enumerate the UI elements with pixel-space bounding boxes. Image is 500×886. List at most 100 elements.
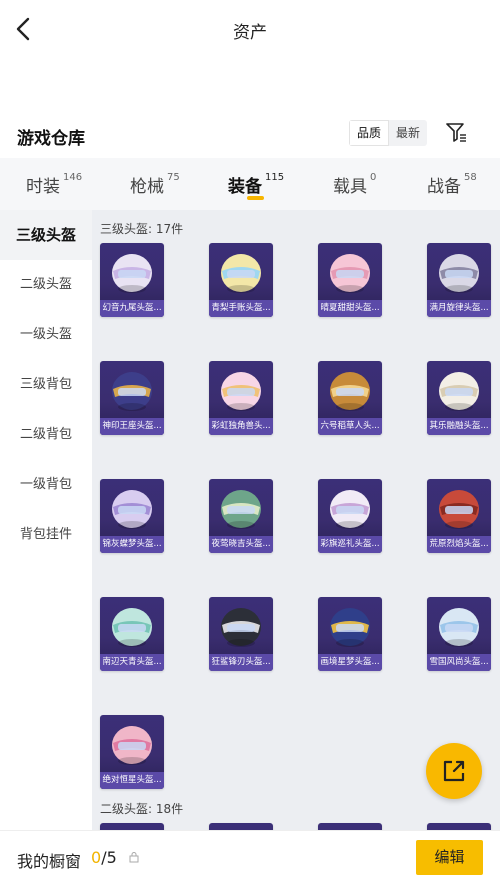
helmet-icon bbox=[112, 490, 152, 529]
sidebar-item-level3-helmet[interactable]: 三级头盔 bbox=[0, 210, 92, 260]
helmet-icon bbox=[112, 254, 152, 293]
item-card[interactable]: 绝对恒星头盔... bbox=[100, 715, 164, 789]
item-name: 幻音九尾头盔... bbox=[100, 300, 164, 317]
tab-vehicles[interactable]: 载具 0 bbox=[333, 172, 376, 197]
item-card[interactable]: 彩虹独角兽头... bbox=[209, 361, 273, 435]
item-name: 晴夏甜甜头盔... bbox=[318, 300, 382, 317]
showcase-count: 0/5 bbox=[91, 848, 117, 867]
item-name: 雪国风尚头盔... bbox=[427, 654, 491, 671]
item-name: 画境星梦头盔... bbox=[318, 654, 382, 671]
tab-count: 0 bbox=[370, 172, 377, 183]
item-name: 锦灰蝶梦头盔... bbox=[100, 536, 164, 553]
tab-supplies[interactable]: 战备 58 bbox=[427, 172, 477, 197]
showcase-count-current: 0 bbox=[91, 848, 102, 867]
item-card[interactable] bbox=[318, 823, 382, 830]
tab-count: 58 bbox=[464, 172, 477, 183]
item-name: 六号稻草人头... bbox=[318, 418, 382, 435]
item-card[interactable]: 青梨手账头盔... bbox=[209, 243, 273, 317]
active-tab-indicator bbox=[247, 196, 264, 200]
item-card[interactable]: 幻音九尾头盔... bbox=[100, 243, 164, 317]
showcase-bar: 我的橱窗 0/5 编辑 bbox=[0, 830, 500, 886]
tab-label: 战备 bbox=[427, 177, 461, 197]
sidebar-item-level1-backpack[interactable]: 一级背包 bbox=[0, 460, 92, 510]
sidebar-item-level2-helmet[interactable]: 二级头盔 bbox=[0, 260, 92, 310]
item-name: 彩旗巡礼头盔... bbox=[318, 536, 382, 553]
item-card[interactable]: 彩旗巡礼头盔... bbox=[318, 479, 382, 553]
helmet-icon bbox=[221, 254, 261, 293]
tab-label: 枪械 bbox=[130, 177, 164, 197]
helmet-icon bbox=[330, 254, 370, 293]
item-card[interactable] bbox=[427, 823, 491, 830]
item-grid-area: 三级头盔: 17件 二级头盔: 18件 幻音九尾头盔... 青梨手账头盔... 晴夏… bbox=[92, 210, 500, 830]
item-card[interactable]: 锦灰蝶梦头盔... bbox=[100, 479, 164, 553]
helmet-icon bbox=[330, 490, 370, 529]
helmet-icon bbox=[330, 608, 370, 647]
tab-count: 115 bbox=[265, 172, 285, 183]
tab-weapons[interactable]: 枪械 75 bbox=[130, 172, 180, 197]
helmet-icon bbox=[330, 372, 370, 411]
item-name: 满月旋律头盔... bbox=[427, 300, 491, 317]
item-card[interactable]: 荒原烈焰头盔... bbox=[427, 479, 491, 553]
lock-icon bbox=[129, 852, 139, 863]
item-card[interactable]: 画境星梦头盔... bbox=[318, 597, 382, 671]
tab-label: 时装 bbox=[26, 177, 60, 197]
item-name: 夜莺晓吉头盔... bbox=[209, 536, 273, 553]
share-out-icon bbox=[443, 760, 465, 782]
helmet-icon bbox=[221, 608, 261, 647]
item-name: 荒原烈焰头盔... bbox=[427, 536, 491, 553]
sort-quality-button[interactable]: 品质 bbox=[349, 120, 390, 146]
item-card[interactable]: 晴夏甜甜头盔... bbox=[318, 243, 382, 317]
tab-count: 146 bbox=[63, 172, 83, 183]
helmet-icon bbox=[439, 254, 479, 293]
sidebar-item-level2-backpack[interactable]: 二级背包 bbox=[0, 410, 92, 460]
top-bar: 资产 bbox=[0, 0, 500, 60]
sidebar-item-backpack-pendant[interactable]: 背包挂件 bbox=[0, 510, 92, 560]
helmet-icon bbox=[112, 608, 152, 647]
item-card[interactable] bbox=[100, 823, 164, 830]
page-title: 资产 bbox=[233, 23, 267, 43]
item-card[interactable]: 狂鲨锋刃头盔... bbox=[209, 597, 273, 671]
helmet-icon bbox=[221, 490, 261, 529]
filter-icon[interactable] bbox=[444, 120, 468, 144]
warehouse-header: 游戏仓库 品质 最新 bbox=[0, 112, 500, 158]
helmet-icon bbox=[112, 726, 152, 765]
subcategory-sidebar: 三级头盔 二级头盔 一级头盔 三级背包 二级背包 一级背包 背包挂件 bbox=[0, 210, 92, 830]
item-card[interactable]: 其乐融融头盔... bbox=[427, 361, 491, 435]
category-tabs: 时装 146 枪械 75 装备 115 载具 0 战备 58 bbox=[0, 158, 500, 210]
item-card[interactable]: 雪国风尚头盔... bbox=[427, 597, 491, 671]
showcase-label: 我的橱窗 bbox=[17, 852, 82, 871]
tab-equipment[interactable]: 装备 115 bbox=[228, 172, 284, 197]
sidebar-item-level1-helmet[interactable]: 一级头盔 bbox=[0, 310, 92, 360]
helmet-icon bbox=[439, 372, 479, 411]
item-card[interactable]: 神印王座头盔... bbox=[100, 361, 164, 435]
item-name: 彩虹独角兽头... bbox=[209, 418, 273, 435]
group-label-level2: 二级头盔: 18件 bbox=[100, 802, 184, 816]
showcase-count-total: /5 bbox=[101, 848, 117, 867]
item-name: 绝对恒星头盔... bbox=[100, 772, 164, 789]
sidebar-item-level3-backpack[interactable]: 三级背包 bbox=[0, 360, 92, 410]
share-button[interactable] bbox=[426, 743, 482, 799]
helmet-icon bbox=[439, 490, 479, 529]
sort-newest-button[interactable]: 最新 bbox=[389, 120, 427, 146]
tab-count: 75 bbox=[167, 172, 180, 183]
item-card[interactable]: 满月旋律头盔... bbox=[427, 243, 491, 317]
item-name: 南辺天青头盔... bbox=[100, 654, 164, 671]
edit-button[interactable]: 编辑 bbox=[416, 840, 483, 875]
section-title: 游戏仓库 bbox=[17, 129, 85, 149]
item-card[interactable]: 南辺天青头盔... bbox=[100, 597, 164, 671]
tab-fashion[interactable]: 时装 146 bbox=[26, 172, 82, 197]
helmet-icon bbox=[112, 372, 152, 411]
tab-label: 载具 bbox=[333, 177, 367, 197]
item-card[interactable]: 夜莺晓吉头盔... bbox=[209, 479, 273, 553]
helmet-icon bbox=[439, 608, 479, 647]
item-name: 其乐融融头盔... bbox=[427, 418, 491, 435]
item-name: 狂鲨锋刃头盔... bbox=[209, 654, 273, 671]
tab-label: 装备 bbox=[228, 177, 262, 197]
helmet-icon bbox=[221, 372, 261, 411]
item-card[interactable] bbox=[209, 823, 273, 830]
item-name: 神印王座头盔... bbox=[100, 418, 164, 435]
sort-toggle: 品质 最新 bbox=[349, 120, 428, 146]
group-label-level3: 三级头盔: 17件 bbox=[100, 222, 184, 236]
item-card[interactable]: 六号稻草人头... bbox=[318, 361, 382, 435]
item-name: 青梨手账头盔... bbox=[209, 300, 273, 317]
